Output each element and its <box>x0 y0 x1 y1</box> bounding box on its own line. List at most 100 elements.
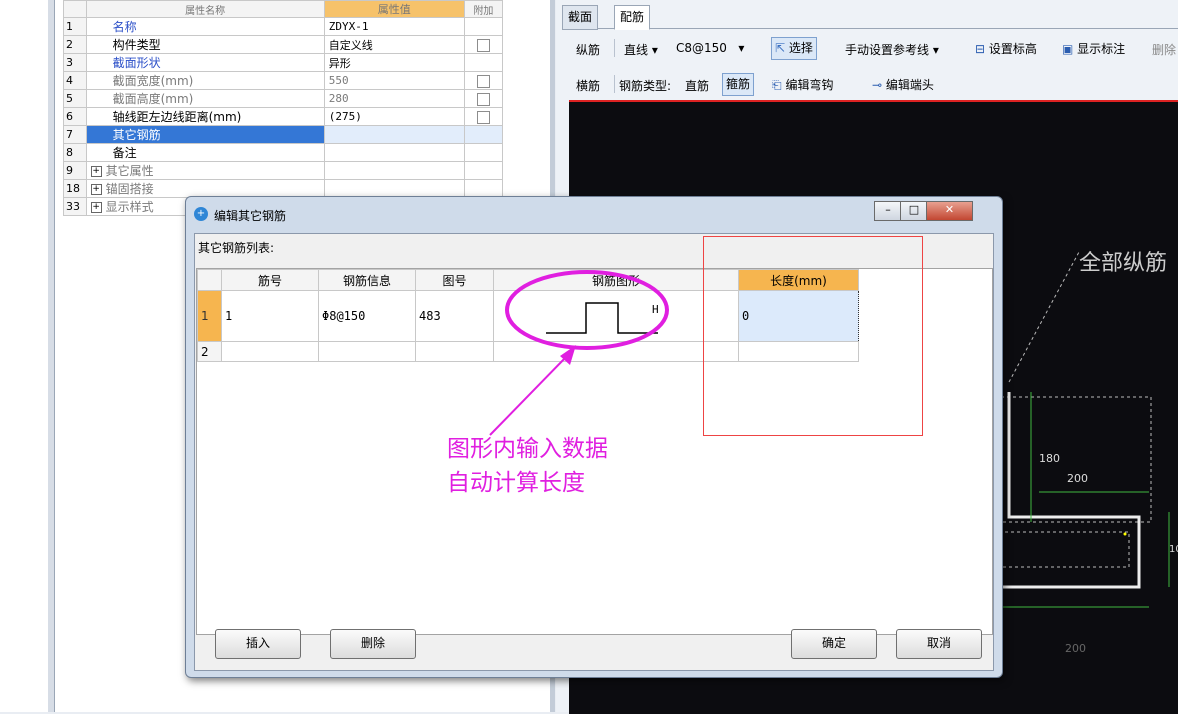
property-table: 属性名称 属性值 附加 1 名称 ZDYX-1 2 构件类型 自定义线 3 截面形状 异形 4 截面… <box>63 0 504 216</box>
rebar-spec-dropdown[interactable]: C8@150 ▾ <box>676 41 744 55</box>
property-name[interactable]: 截面形状 <box>85 53 325 72</box>
ok-button[interactable]: 确定 <box>791 629 877 659</box>
property-value[interactable] <box>323 143 465 162</box>
expand-icon[interactable]: + <box>90 184 102 195</box>
longitudinal-label[interactable]: 纵筋 <box>576 41 600 58</box>
col-bar-no[interactable]: 筋号 <box>221 269 319 291</box>
property-name[interactable]: 名称 <box>85 17 325 36</box>
show-label-label: 显示标注 <box>1077 42 1126 56</box>
property-group[interactable]: + 其它属性 <box>85 161 325 180</box>
property-row[interactable]: 18 + 锚固搭接 <box>63 179 504 198</box>
dialog-title: 编辑其它钢筋 <box>214 209 287 223</box>
set-elevation-button[interactable]: ⊟ 设置标高 <box>975 40 1037 57</box>
show-label-button[interactable]: ▣ 显示标注 <box>1062 40 1125 57</box>
property-name[interactable]: 截面宽度(mm) <box>85 71 325 90</box>
rebar-outline <box>999 392 1141 589</box>
delete-row-button[interactable]: 删除 <box>330 629 416 659</box>
line-type-value: 直线 <box>624 43 649 57</box>
row-number: 8 <box>63 143 87 162</box>
property-name[interactable]: 备注 <box>85 143 325 162</box>
property-name[interactable]: 其它钢筋 <box>85 125 325 144</box>
manual-ref-label: 手动设置参考线 <box>845 43 930 57</box>
expand-icon[interactable]: + <box>90 202 102 213</box>
property-name[interactable]: 轴线距左边线距离(mm) <box>85 107 325 126</box>
property-row[interactable]: 4 截面宽度(mm) 550 <box>63 71 504 90</box>
bar-no-cell[interactable]: 1 <box>221 290 319 342</box>
extra-checkbox[interactable] <box>476 92 490 106</box>
row-number[interactable]: 2 <box>197 341 222 362</box>
select-button[interactable]: ⇱ 选择 <box>771 37 817 60</box>
property-group[interactable]: + 锚固搭接 <box>85 179 325 198</box>
property-value[interactable] <box>323 125 465 144</box>
property-name[interactable]: 构件类型 <box>85 35 325 54</box>
straight-rebar-button[interactable]: 直筋 <box>685 77 709 94</box>
property-row[interactable]: 1 名称 ZDYX-1 <box>63 17 504 36</box>
edit-end-label: 编辑端头 <box>885 78 934 92</box>
property-value[interactable]: 自定义线 <box>323 35 465 54</box>
rebar-info-cell[interactable] <box>318 341 416 362</box>
close-button[interactable]: ✕ <box>926 201 973 221</box>
transverse-label[interactable]: 横筋 <box>576 77 600 94</box>
edit-end-button[interactable]: ⊸ 编辑端头 <box>872 76 934 93</box>
tab-rebar[interactable]: 配筋 <box>614 5 651 30</box>
property-value[interactable]: 异形 <box>323 53 465 72</box>
row-number: 4 <box>63 71 87 90</box>
property-name: 显示样式 <box>105 200 154 214</box>
extra-cell <box>463 35 504 54</box>
property-name[interactable]: 截面高度(mm) <box>85 89 325 108</box>
minimize-button[interactable]: – <box>874 201 902 221</box>
property-name: 其它属性 <box>105 164 154 178</box>
annotation-line-2: 自动计算长度 <box>447 470 585 496</box>
stirrup-button[interactable]: 箍筋 <box>722 73 755 96</box>
extra-checkbox[interactable] <box>476 38 490 52</box>
extra-cell <box>463 143 504 162</box>
manual-ref-button[interactable]: 手动设置参考线 ▾ <box>845 41 939 58</box>
expand-icon[interactable]: + <box>90 166 102 177</box>
property-row[interactable]: 2 构件类型 自定义线 <box>63 35 504 54</box>
toolbar-divider <box>614 39 615 57</box>
property-row[interactable]: 5 截面高度(mm) 280 <box>63 89 504 108</box>
header-name: 属性名称 <box>85 0 325 18</box>
property-row[interactable]: 7 其它钢筋 <box>63 125 504 144</box>
row-number: 1 <box>63 17 87 36</box>
col-rebar-info[interactable]: 钢筋信息 <box>318 269 416 291</box>
property-header-row: 属性名称 属性值 附加 <box>63 0 504 18</box>
delete-button[interactable]: 删除 <box>1152 41 1178 58</box>
row-number: 7 <box>63 125 87 144</box>
row-number: 33 <box>63 197 87 216</box>
property-row[interactable]: 6 轴线距左边线距离(mm) (275) <box>63 107 504 126</box>
cancel-button[interactable]: 取消 <box>896 629 982 659</box>
property-value[interactable] <box>323 179 465 198</box>
property-row[interactable]: 8 备注 <box>63 143 504 162</box>
property-row[interactable]: 9 + 其它属性 <box>63 161 504 180</box>
snap-point <box>1123 532 1127 536</box>
toolbar-divider <box>614 75 615 93</box>
property-value[interactable] <box>323 161 465 180</box>
maximize-button[interactable]: □ <box>900 201 928 221</box>
rebar-info-cell[interactable]: Φ8@150 <box>318 290 416 342</box>
extra-checkbox[interactable] <box>476 110 490 124</box>
insert-button[interactable]: 插入 <box>215 629 301 659</box>
property-value[interactable]: (275) <box>323 107 465 126</box>
row-number[interactable]: 1 <box>197 290 222 342</box>
property-value[interactable]: 550 <box>323 71 465 90</box>
property-value[interactable]: 280 <box>323 89 465 108</box>
bar-no-cell[interactable] <box>221 341 319 362</box>
header-rownum <box>197 269 222 291</box>
elevation-icon: ⊟ <box>975 42 986 56</box>
panel-splitter[interactable] <box>48 0 55 712</box>
highlight-ellipse <box>505 270 669 350</box>
edit-hook-button[interactable]: ⎗ 编辑弯钩 <box>772 76 833 93</box>
extra-checkbox[interactable] <box>476 74 490 88</box>
line-type-dropdown[interactable]: 直线 ▾ <box>624 41 658 58</box>
property-value[interactable]: ZDYX-1 <box>323 17 465 36</box>
section-outline <box>1000 396 1152 523</box>
label-icon: ▣ <box>1062 42 1074 56</box>
extra-cell <box>463 125 504 144</box>
dim-label: 180 <box>1039 452 1060 465</box>
annotation-text: 图形内输入数据 自动计算长度 <box>447 432 608 500</box>
tab-section[interactable]: 截面 <box>562 5 599 30</box>
rebar-list-label: 其它钢筋列表: <box>198 241 275 255</box>
property-row[interactable]: 3 截面形状 异形 <box>63 53 504 72</box>
extra-cell <box>463 17 504 36</box>
